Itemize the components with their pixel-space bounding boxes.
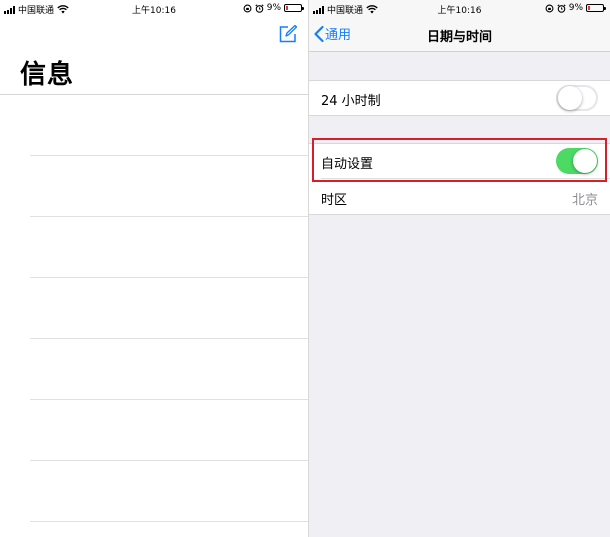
setting-row-time-zone[interactable]: 时区 北京 [309,179,610,215]
status-bar: 中国联通 上午10:16 9% [309,0,610,18]
group-border [309,214,610,215]
toggle-knob [558,86,582,110]
setting-label: 时区 [321,193,348,208]
list-item[interactable] [30,156,308,217]
alarm-icon [557,3,566,13]
settings-group-clock: 24 小时制 [309,80,610,116]
alarm-icon [255,3,264,13]
toggle-auto-set[interactable] [556,148,598,174]
setting-label: 自动设置 [321,157,374,172]
settings-group-auto: 自动设置 时区 北京 [309,143,610,215]
datetime-screen: 中国联通 上午10:16 9% 通用 日期与时间 24 小时制 自动设置 时区 … [309,0,610,537]
orientation-lock-icon [545,4,554,12]
battery-icon [586,4,606,12]
list-item[interactable] [30,400,308,461]
status-right-group: 9% [243,3,304,13]
list-item[interactable] [30,461,308,522]
toggle-24-hour[interactable] [556,85,598,111]
group-border [309,115,610,116]
list-item[interactable] [30,217,308,278]
page-title: 信息 [20,60,75,90]
battery-icon [284,4,304,12]
battery-percent: 9% [568,3,583,13]
time-zone-value: 北京 [571,193,598,208]
list-item[interactable] [30,278,308,339]
setting-row-24-hour: 24 小时制 [309,80,610,116]
orientation-lock-icon [243,4,252,12]
nav-title: 日期与时间 [426,30,492,45]
status-bar: 中国联通 上午10:16 9% [0,0,308,18]
messages-screen: 中国联通 上午10:16 9% 信息 [0,0,308,537]
battery-percent: 9% [266,3,281,13]
message-list [0,95,308,522]
toggle-knob [573,149,597,173]
setting-row-auto-set: 自动设置 [309,143,610,179]
setting-label: 24 小时制 [321,94,381,109]
status-right-group: 9% [545,3,606,13]
nav-bar: 通用 日期与时间 [309,18,610,52]
compose-icon[interactable] [278,24,298,44]
list-item[interactable] [30,95,308,156]
list-item[interactable] [30,339,308,400]
